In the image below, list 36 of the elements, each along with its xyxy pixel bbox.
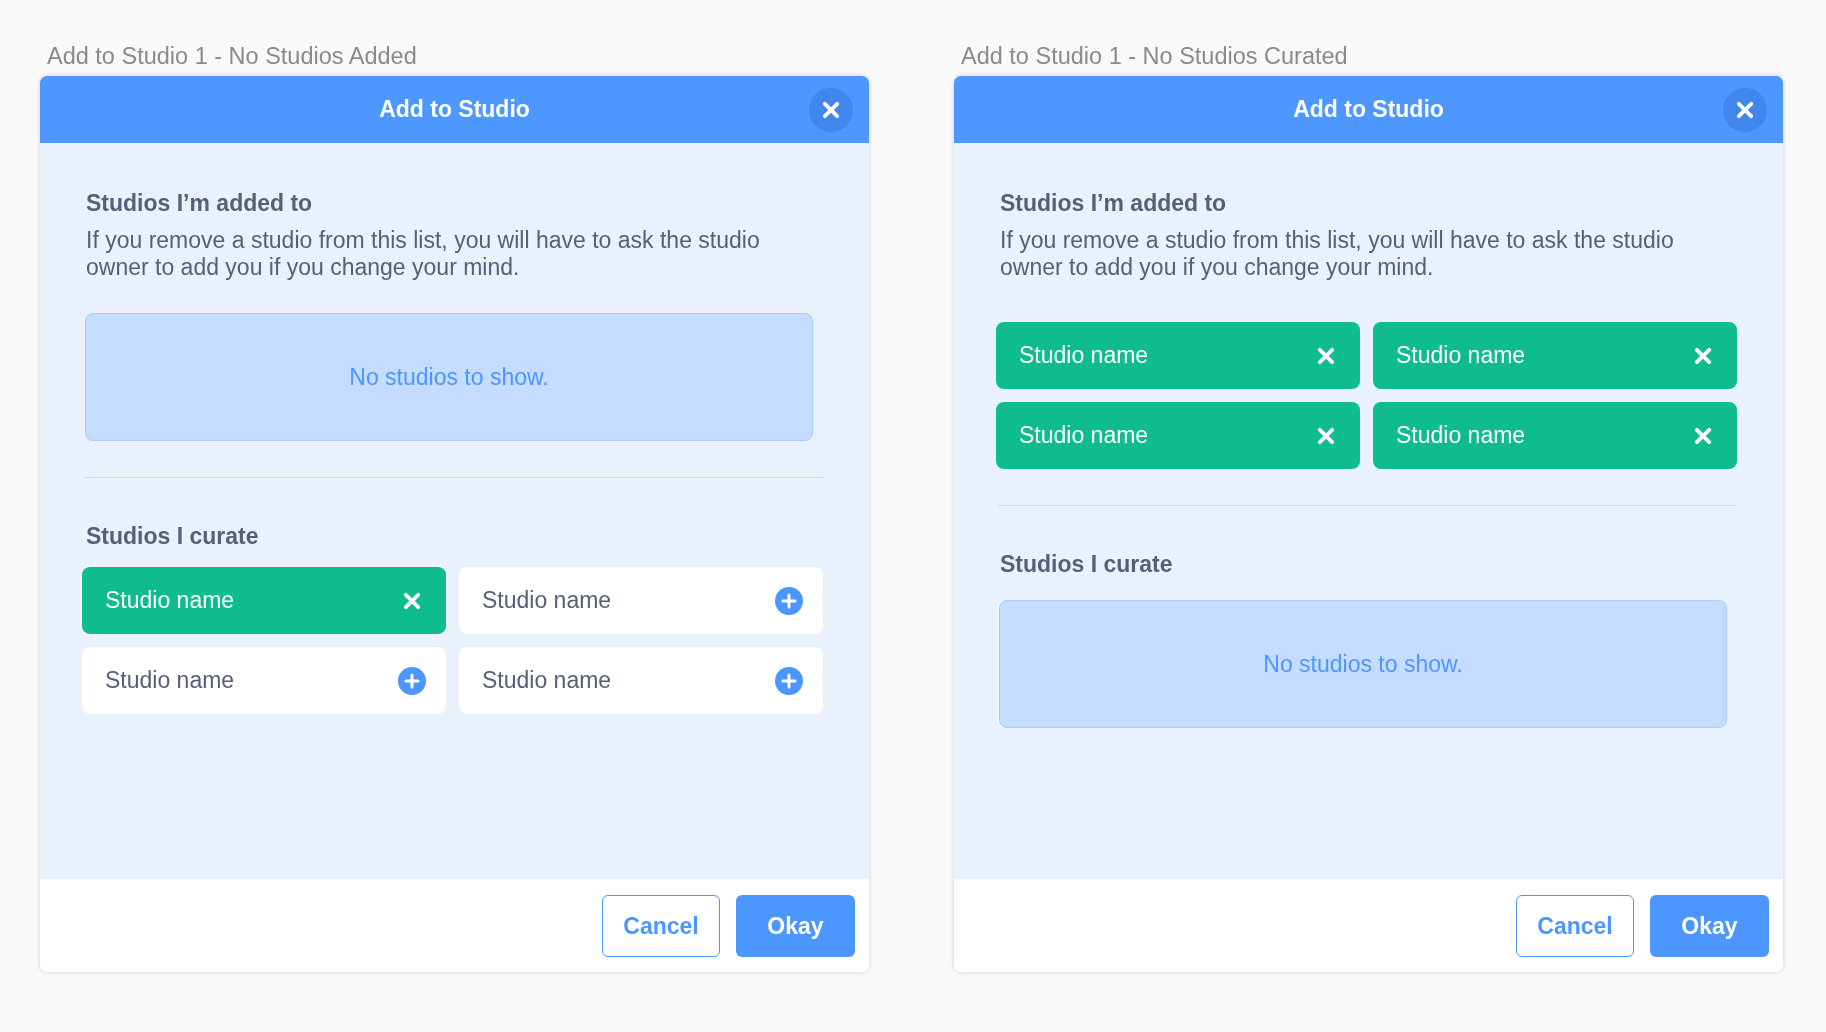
section-heading: Studios I curate [1000, 551, 1173, 577]
okay-button[interactable]: Okay [736, 895, 855, 957]
studio-tile[interactable]: Studio name [996, 322, 1360, 389]
section-heading: Studios I’m added to [86, 190, 313, 216]
add-icon [775, 666, 803, 695]
close-icon [1736, 100, 1754, 119]
studio-tile[interactable]: Studio name [1373, 322, 1737, 389]
remove-icon [1317, 426, 1335, 445]
okay-button[interactable]: Okay [1650, 895, 1769, 957]
remove-icon [403, 591, 421, 610]
dialog-title: Add to Studio [1293, 96, 1444, 123]
close-button[interactable] [1723, 87, 1767, 132]
add-icon [775, 586, 803, 615]
section-description: If you remove a studio from this list, you will have to ask the studio owner to add you if you change your mind. [1000, 227, 1675, 281]
section-heading: Studios I’m added to [1000, 190, 1227, 216]
section-description: If you remove a studio from this list, you will have to ask the studio owner to add you if you change your mind. [86, 227, 761, 281]
empty-state-message: No studios to show. [1263, 650, 1463, 678]
section-heading: Studios I curate [86, 523, 259, 549]
empty-state-message: No studios to show. [349, 363, 549, 391]
remove-icon [1317, 346, 1335, 365]
add-icon [398, 666, 426, 695]
studio-tile[interactable]: Studio name [996, 402, 1360, 469]
artboard-caption: Add to Studio 1 - No Studios Curated [961, 42, 1348, 70]
studio-tile[interactable]: Studio name [82, 647, 446, 714]
cancel-button[interactable]: Cancel [602, 895, 720, 957]
studio-tile[interactable]: Studio name [82, 567, 446, 634]
artboard-caption: Add to Studio 1 - No Studios Added [47, 42, 417, 70]
remove-icon [1694, 346, 1712, 365]
remove-icon [1694, 426, 1712, 445]
cancel-button[interactable]: Cancel [1516, 895, 1634, 957]
studio-tile[interactable]: Studio name [1373, 402, 1737, 469]
studio-tile[interactable]: Studio name [459, 567, 823, 634]
dialog-title: Add to Studio [379, 96, 530, 123]
close-icon [822, 100, 840, 119]
close-button[interactable] [809, 87, 853, 132]
studio-tile[interactable]: Studio name [459, 647, 823, 714]
